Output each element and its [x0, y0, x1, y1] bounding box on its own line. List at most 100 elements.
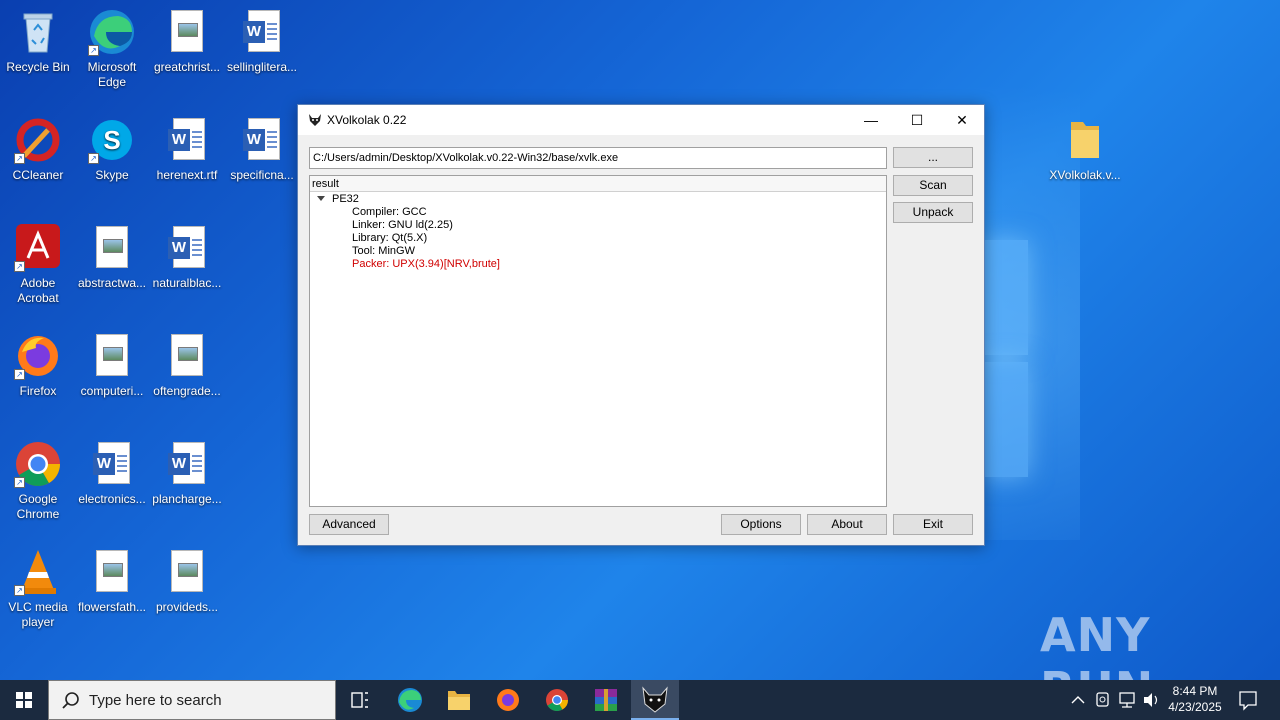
- taskbar-winrar[interactable]: [582, 680, 630, 720]
- image-file-icon: [163, 332, 211, 380]
- tree-root-pe32[interactable]: PE32: [332, 193, 359, 206]
- task-view-icon: [351, 692, 368, 708]
- result-tree[interactable]: result PE32 Compiler: GCC Linker: GNU ld…: [309, 175, 887, 507]
- desktop-icon-oftengrade[interactable]: oftengrade...: [149, 332, 225, 399]
- recycle-bin-icon: [14, 8, 62, 56]
- title-bar[interactable]: XVolkolak 0.22 — ☐ ✕: [298, 105, 984, 135]
- taskbar-search-box[interactable]: Type here to search: [48, 680, 336, 720]
- desktop-icon-label: electronics...: [78, 492, 146, 506]
- folder-icon: [1061, 116, 1109, 164]
- word-doc-icon: W: [88, 440, 136, 488]
- scan-button[interactable]: Scan: [893, 175, 973, 196]
- tree-item-compiler[interactable]: Compiler: GCC: [352, 206, 427, 219]
- search-icon: [62, 692, 79, 709]
- window-title: XVolkolak 0.22: [327, 113, 407, 127]
- taskbar-firefox[interactable]: [484, 680, 532, 720]
- advanced-button[interactable]: Advanced: [309, 514, 389, 535]
- desktop-icon-specificna[interactable]: W specificna...: [224, 116, 300, 183]
- desktop-icon-label: Google Chrome: [16, 492, 60, 521]
- clock-time: 8:44 PM: [1172, 684, 1218, 698]
- tree-item-library[interactable]: Library: Qt(5.X): [352, 232, 427, 245]
- search-placeholder: Type here to search: [89, 692, 222, 709]
- options-button[interactable]: Options: [721, 514, 801, 535]
- browse-button[interactable]: ...: [893, 147, 973, 168]
- desktop-icon-electronics[interactable]: W electronics...: [74, 440, 150, 507]
- tree-item-linker[interactable]: Linker: GNU ld(2.25): [352, 219, 453, 232]
- notifications-icon[interactable]: [1234, 680, 1262, 720]
- maximize-button[interactable]: ☐: [894, 105, 940, 135]
- exit-button[interactable]: Exit: [893, 514, 973, 535]
- image-file-icon: [88, 332, 136, 380]
- desktop-icon-greatchrist[interactable]: greatchrist...: [149, 8, 225, 75]
- desktop-icon-label: Skype: [95, 168, 129, 182]
- desktop-icon-google-chrome[interactable]: ↗ Google Chrome: [0, 440, 76, 522]
- desktop-icon-herenext[interactable]: W herenext.rtf: [149, 116, 225, 183]
- word-doc-icon: W: [163, 440, 211, 488]
- about-button[interactable]: About: [807, 514, 887, 535]
- desktop-icon-label: herenext.rtf: [156, 168, 218, 182]
- desktop-icon-computeri[interactable]: computeri...: [74, 332, 150, 399]
- desktop-icon-label: oftengrade...: [153, 384, 221, 398]
- start-button[interactable]: [0, 680, 48, 720]
- expand-arrow-icon[interactable]: [317, 196, 325, 201]
- desktop-icon-microsoft-edge[interactable]: ↗ Microsoft Edge: [74, 8, 150, 90]
- desktop-icon-flowersfath[interactable]: flowersfath...: [74, 548, 150, 615]
- desktop-icon-label: sellinglitera...: [226, 60, 298, 74]
- tree-item-packer[interactable]: Packer: UPX(3.94)[NRV,brute]: [352, 258, 500, 271]
- desktop-icon-label: Microsoft Edge: [87, 60, 137, 89]
- taskbar-clock[interactable]: 8:44 PM 4/23/2025: [1160, 683, 1230, 715]
- desktop-icon-vlc[interactable]: ↗ VLC media player: [0, 548, 76, 630]
- desktop-icon-label: naturalblac...: [152, 276, 222, 290]
- desktop-icon-abstractwa[interactable]: abstractwa...: [74, 224, 150, 291]
- desktop-icon-recycle-bin[interactable]: Recycle Bin: [0, 8, 76, 75]
- desktop-icon-label: Adobe Acrobat: [17, 276, 59, 305]
- taskbar: Type here to search 8:44 PM 4/23/2025: [0, 680, 1280, 720]
- tray-device-icon[interactable]: [1092, 680, 1114, 720]
- taskbar-edge[interactable]: [386, 680, 434, 720]
- desktop-icon-xvolkolak-folder[interactable]: XVolkolak.v...: [1047, 116, 1123, 183]
- desktop-icon-naturalblac[interactable]: W naturalblac...: [149, 224, 225, 291]
- skype-icon: S ↗: [88, 116, 136, 164]
- tray-chevron-icon[interactable]: [1068, 680, 1088, 720]
- chrome-icon: ↗: [14, 440, 62, 488]
- volume-icon[interactable]: [1140, 680, 1162, 720]
- desktop-icon-label: Firefox: [19, 384, 57, 398]
- wolf-app-icon: [309, 114, 321, 126]
- unpack-button[interactable]: Unpack: [893, 202, 973, 223]
- taskbar-chrome[interactable]: [533, 680, 581, 720]
- desktop-icon-ccleaner[interactable]: ↗ CCleaner: [0, 116, 76, 183]
- edge-icon: ↗: [88, 8, 136, 56]
- word-doc-icon: W: [163, 224, 211, 272]
- word-doc-icon: W: [238, 116, 286, 164]
- desktop-icon-plancharge[interactable]: W plancharge...: [149, 440, 225, 507]
- image-file-icon: [88, 548, 136, 596]
- tree-item-tool[interactable]: Tool: MinGW: [352, 245, 415, 258]
- close-button[interactable]: ✕: [939, 105, 985, 135]
- desktop-icon-adobe-acrobat[interactable]: ↗ Adobe Acrobat: [0, 224, 76, 306]
- taskbar-file-explorer[interactable]: [435, 680, 483, 720]
- network-icon[interactable]: [1116, 680, 1138, 720]
- firefox-icon: [497, 689, 519, 711]
- folder-icon: [448, 691, 470, 710]
- clock-date: 4/23/2025: [1168, 700, 1222, 714]
- desktop-icon-sellinglitera[interactable]: W sellinglitera...: [224, 8, 300, 75]
- taskbar-xvolkolak[interactable]: [631, 680, 679, 720]
- edge-icon: [398, 688, 422, 712]
- desktop-icon-skype[interactable]: S ↗ Skype: [74, 116, 150, 183]
- wolf-app-icon: [642, 686, 668, 713]
- desktop-icon-label: CCleaner: [12, 168, 64, 182]
- image-file-icon: [163, 8, 211, 56]
- minimize-button[interactable]: —: [848, 105, 894, 135]
- xvolkolak-window: XVolkolak 0.22 — ☐ ✕ C:/Users/admin/Desk…: [297, 104, 985, 546]
- ccleaner-icon: ↗: [14, 116, 62, 164]
- desktop-icon-firefox[interactable]: ↗ Firefox: [0, 332, 76, 399]
- file-path-input[interactable]: C:/Users/admin/Desktop/XVolkolak.v0.22-W…: [309, 147, 887, 169]
- desktop-icon-label: specificna...: [230, 168, 294, 182]
- desktop-icon-label: VLC media player: [8, 600, 68, 629]
- result-header: result: [310, 176, 886, 192]
- desktop-icon-provideds[interactable]: provideds...: [149, 548, 225, 615]
- task-view-button[interactable]: [336, 680, 384, 720]
- svg-text:S: S: [103, 125, 120, 155]
- desktop-icon-label: Recycle Bin: [6, 60, 70, 74]
- desktop-icon-label: plancharge...: [152, 492, 222, 506]
